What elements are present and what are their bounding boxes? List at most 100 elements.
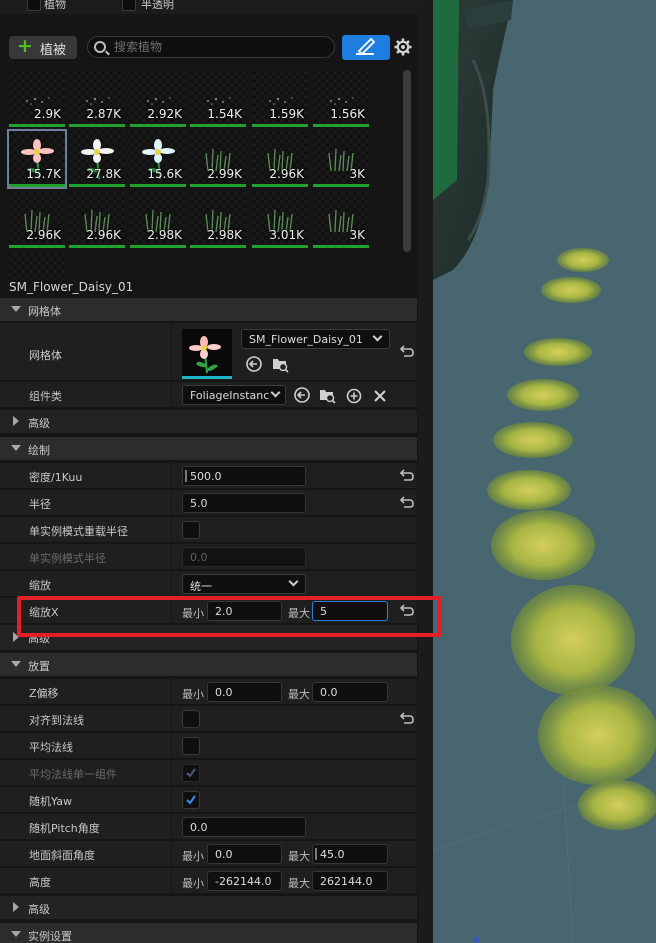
slope-max-input[interactable]: 45.0 [312,844,388,864]
instance-count: 2.96K [86,228,121,242]
instance-count: 1.56K [330,107,365,121]
instance-count: 2.99K [207,167,242,181]
browse-asset-icon[interactable] [270,354,290,374]
slope-min-value: 0.0 [215,848,233,861]
foliage-thumbnail[interactable] [9,253,65,279]
foliage-thumbnail[interactable]: 15.6K [130,131,186,187]
random-pitch-row: 随机Pitch角度 0.0 [0,814,417,840]
foliage-thumbnail[interactable]: 2.96K [252,131,308,187]
foliage-filter-checkbox[interactable] [27,0,41,11]
height-row: 高度 最小 -262144.0 最大 262144.0 [0,868,417,894]
use-selected-asset-icon[interactable] [244,354,264,374]
foliage-thumbnail[interactable]: 2.9K [9,71,65,127]
instance-count: 2.87K [86,107,121,121]
radius-row: 半径 5.0 [0,490,417,516]
z-offset-max-input[interactable]: 0.0 [312,682,388,702]
single-instance-radius-label: 单实例模式半径 [29,552,106,565]
reset-align-normal-icon[interactable] [398,712,414,726]
average-normal-label: 平均法线 [29,741,73,754]
foliage-thumbnail[interactable]: 1.54K [190,71,246,127]
scaling-dropdown[interactable]: 统一 [182,574,306,594]
section-placement[interactable]: 放置 [0,653,417,677]
align-to-normal-checkbox[interactable] [182,710,200,728]
foliage-thumbnail[interactable]: 3K [313,131,369,187]
chevron-down-icon [270,387,281,398]
add-icon[interactable] [344,386,364,406]
thumbnail-scrollbar[interactable] [403,70,411,252]
random-pitch-input[interactable]: 0.0 [182,817,306,837]
browse-class-icon[interactable] [317,385,337,405]
foliage-thumbnail[interactable]: 2.96K [9,192,65,248]
foliage-thumbnail[interactable]: 3.01K [252,192,308,248]
mesh-row: 网格体 SM_Flower_Daisy_01 [0,323,417,381]
add-foliage-button[interactable]: + 植被 [9,35,77,59]
foliage-thumbnail[interactable]: 15.7K [7,129,67,189]
foliage-thumbnail[interactable]: 2.99K [190,131,246,187]
foliage-thumbnail-grid: 2.9K 2.87K 2.92K 1.54K 1.59K 1.56K 15.7K 27.8K 1… [7,69,373,279]
foliage-thumbnail[interactable]: 3K [313,192,369,248]
foliage-thumbnail[interactable]: 2.92K [130,71,186,127]
reset-mesh-icon[interactable] [398,345,414,359]
plus-icon: + [17,35,33,57]
instance-count: 15.7K [26,167,61,181]
foliage-search-input[interactable] [114,39,324,55]
density-row: 密度/1Kuu 500.0 [0,463,417,489]
average-normal-single-row: 平均法线单一组件 [0,760,417,786]
placement-advanced-section[interactable]: 高级 [0,896,417,920]
height-max-input[interactable]: 262144.0 [312,871,388,891]
slope-min-input[interactable]: 0.0 [207,844,282,864]
foliage-thumbnail[interactable]: 1.59K [252,71,308,127]
translucent-filter-label: 半透明 [141,0,174,11]
panel-splitter[interactable] [418,0,433,943]
average-normal-row: 平均法线 [0,733,417,759]
section-paint[interactable]: 绘制 [0,437,417,461]
section-mesh[interactable]: 网格体 [0,298,417,322]
foliage-thumbnail[interactable]: 2.87K [69,71,125,127]
reset-radius-icon[interactable] [398,496,414,510]
search-icon [94,41,106,53]
instance-count: 1.54K [207,107,242,121]
add-foliage-label: 植被 [40,43,67,58]
single-instance-override-checkbox[interactable] [182,521,200,539]
foliage-thumbnail[interactable]: 2.98K [190,192,246,248]
instance-count: 3K [349,228,365,242]
selected-foliage-name: SM_Flower_Daisy_01 [9,280,134,294]
height-min-input[interactable]: -262144.0 [207,871,282,891]
daisy-flower-icon [189,336,221,374]
paint-mode-button[interactable] [342,35,390,60]
instance-count: 2.92K [147,107,182,121]
average-normal-single-checkbox [182,764,200,782]
foliage-thumbnail[interactable]: 2.98K [130,192,186,248]
settings-button[interactable] [393,37,413,57]
mesh-asset-picker[interactable]: SM_Flower_Daisy_01 [241,329,390,349]
reset-density-icon[interactable] [398,469,414,483]
level-viewport[interactable] [433,0,656,943]
radius-input[interactable]: 5.0 [182,493,306,513]
mesh-thumbnail[interactable] [182,329,232,379]
gear-icon [394,38,412,56]
use-selected-class-icon[interactable] [292,385,312,405]
average-normal-checkbox[interactable] [182,737,200,755]
z-offset-min-input[interactable]: 0.0 [207,682,282,702]
density-input[interactable]: 500.0 [182,466,306,486]
foliage-thumbnail[interactable]: 27.8K [69,131,125,187]
translucent-filter-checkbox[interactable] [122,0,136,11]
foliage-search-box[interactable] [87,36,335,58]
mesh-advanced-section[interactable]: 高级 [0,410,417,434]
foliage-thumbnail[interactable]: 2.96K [69,192,125,248]
foliage-filter-label: 植物 [44,0,66,11]
random-yaw-checkbox[interactable] [182,791,200,809]
foliage-toolbar: + 植被 [0,30,418,64]
foliage-thumbnail[interactable]: 1.56K [313,71,369,127]
component-class-picker[interactable]: FoliageInstanc [182,385,286,405]
ground-slope-row: 地面斜面角度 最小 0.0 最大 45.0 [0,841,417,867]
collapse-arrow-icon [11,306,21,312]
section-instance-settings[interactable]: 实例设置 [0,923,417,943]
height-min-label: 最小 [182,877,204,890]
instance-count: 2.96K [26,228,61,242]
average-normal-single-label: 平均法线单一组件 [29,768,117,781]
single-instance-radius-input: 0.0 [182,547,306,567]
section-placement-label: 放置 [28,660,50,673]
check-icon [186,768,196,778]
clear-icon[interactable] [370,386,390,406]
